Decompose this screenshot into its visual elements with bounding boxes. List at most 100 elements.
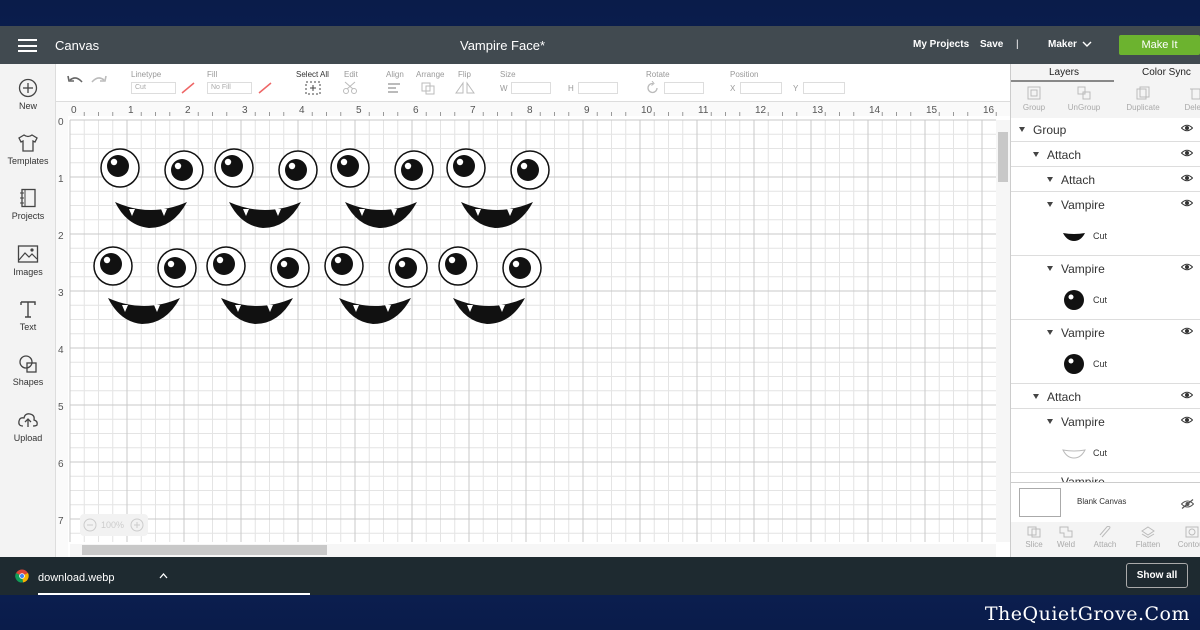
collapse-arrow-icon[interactable] <box>1047 419 1053 424</box>
layer-row-vampire[interactable]: Vampire <box>1011 193 1200 217</box>
eye-icon[interactable] <box>1181 391 1193 399</box>
download-filename[interactable]: download.webp <box>38 572 114 584</box>
sidebar-item-new[interactable]: New <box>0 78 56 111</box>
eye-icon[interactable] <box>1181 199 1193 207</box>
fill-select[interactable]: No Fill <box>207 82 252 94</box>
sidebar-item-text[interactable]: Text <box>0 299 56 332</box>
tab-layers[interactable]: Layers <box>1049 67 1079 78</box>
eye-off-icon[interactable] <box>1181 499 1194 509</box>
zoom-out-icon[interactable] <box>83 518 97 532</box>
zoom-level: 100% <box>101 520 125 530</box>
eye-pupil[interactable] <box>100 253 122 275</box>
ungroup-tool[interactable]: UnGroup <box>1064 86 1104 112</box>
sidebar-item-projects[interactable]: Projects <box>0 188 56 221</box>
sidebar-item-images[interactable]: Images <box>0 244 56 277</box>
scissors-icon[interactable] <box>342 81 364 95</box>
collapse-arrow-icon[interactable] <box>1019 127 1025 132</box>
layer-leaf-cut[interactable]: Cut <box>1011 344 1200 384</box>
chevron-down-icon[interactable] <box>1082 41 1092 48</box>
duplicate-tool[interactable]: Duplicate <box>1119 86 1167 112</box>
sidebar-item-templates[interactable]: Templates <box>0 133 56 166</box>
width-input[interactable] <box>511 82 551 94</box>
weld-tool[interactable]: Weld <box>1046 526 1086 549</box>
save-button[interactable]: Save <box>980 39 1003 50</box>
linetype-select[interactable]: Cut <box>131 82 176 94</box>
make-it-button[interactable]: Make It <box>1119 35 1200 55</box>
vampire-mouth[interactable] <box>221 298 293 324</box>
eye-icon[interactable] <box>1181 174 1193 182</box>
eye-pupil[interactable] <box>171 159 193 181</box>
eye-pupil[interactable] <box>277 257 299 279</box>
collapse-arrow-icon[interactable] <box>1047 266 1053 271</box>
eye-icon[interactable] <box>1181 149 1193 157</box>
blank-canvas-row[interactable]: Blank Canvas <box>1011 482 1200 522</box>
sidebar-item-shapes[interactable]: Shapes <box>0 354 56 387</box>
blank-canvas-swatch[interactable] <box>1019 488 1061 517</box>
eye-pupil[interactable] <box>285 159 307 181</box>
arrange-icon[interactable] <box>420 81 440 95</box>
layer-leaf-cut[interactable]: Cut <box>1011 216 1200 256</box>
height-input[interactable] <box>578 82 618 94</box>
eye-pupil[interactable] <box>213 253 235 275</box>
undo-icon[interactable] <box>66 74 84 88</box>
eye-icon[interactable] <box>1181 327 1193 335</box>
layer-row-vampire[interactable]: Vampire <box>1011 410 1200 434</box>
contour-tool[interactable]: Contour <box>1172 526 1200 549</box>
layer-row-group[interactable]: Group <box>1011 118 1200 142</box>
eye-pupil[interactable] <box>453 155 475 177</box>
collapse-arrow-icon[interactable] <box>1033 152 1039 157</box>
eye-icon[interactable] <box>1181 263 1193 271</box>
eye-pupil[interactable] <box>331 253 353 275</box>
design-canvas[interactable]: 0 1 2 3 4 5 6 7 8 9 10 11 12 13 14 15 16 0 1 2 3 4 5 6 7 100% <box>56 102 1010 557</box>
collapse-arrow-icon[interactable] <box>1047 177 1053 182</box>
menu-icon[interactable] <box>18 39 37 52</box>
tab-color-sync[interactable]: Color Sync <box>1142 67 1191 78</box>
position-y-input[interactable] <box>803 82 845 94</box>
eye-pupil[interactable] <box>509 257 531 279</box>
layer-row-attach[interactable]: Attach <box>1011 168 1200 192</box>
vampire-mouth[interactable] <box>339 298 411 324</box>
layer-leaf-cut[interactable]: Cut <box>1011 280 1200 320</box>
eye-pupil[interactable] <box>445 253 467 275</box>
collapse-arrow-icon[interactable] <box>1047 330 1053 335</box>
show-all-button[interactable]: Show all <box>1126 563 1188 588</box>
vampire-mouth[interactable] <box>453 298 525 324</box>
collapse-arrow-icon[interactable] <box>1047 202 1053 207</box>
eye-icon[interactable] <box>1181 124 1193 132</box>
layer-row-vampire[interactable]: Vampire <box>1011 257 1200 281</box>
machine-select[interactable]: Maker <box>1048 39 1077 50</box>
vertical-scroll-thumb[interactable] <box>998 132 1008 182</box>
vertical-scrollbar[interactable] <box>996 120 1010 542</box>
eye-pupil[interactable] <box>395 257 417 279</box>
group-tool[interactable]: Group <box>1014 86 1054 112</box>
zoom-in-icon[interactable] <box>130 518 144 532</box>
delete-tool[interactable]: Delete <box>1176 86 1200 112</box>
fill-color-swatch[interactable] <box>257 81 273 95</box>
chevron-up-icon[interactable] <box>159 573 168 579</box>
flip-icon[interactable] <box>454 81 476 95</box>
align-icon[interactable] <box>386 82 406 94</box>
eye-pupil[interactable] <box>107 155 129 177</box>
eye-pupil[interactable] <box>401 159 423 181</box>
position-x-input[interactable] <box>740 82 782 94</box>
collapse-arrow-icon[interactable] <box>1033 394 1039 399</box>
horizontal-scroll-thumb[interactable] <box>82 545 327 555</box>
select-all-icon[interactable] <box>305 81 321 95</box>
attach-tool[interactable]: Attach <box>1085 526 1125 549</box>
linetype-color-swatch[interactable] <box>180 81 196 95</box>
eye-icon[interactable] <box>1181 416 1193 424</box>
flatten-tool[interactable]: Flatten <box>1128 526 1168 549</box>
vampire-mouth[interactable] <box>108 298 180 324</box>
sidebar-item-upload[interactable]: Upload <box>0 410 56 443</box>
eye-pupil[interactable] <box>337 155 359 177</box>
redo-icon[interactable] <box>90 74 108 88</box>
rotate-input[interactable] <box>664 82 704 94</box>
eye-pupil[interactable] <box>517 159 539 181</box>
layer-row-attach[interactable]: Attach <box>1011 385 1200 409</box>
eye-pupil[interactable] <box>221 155 243 177</box>
layer-row-attach[interactable]: Attach <box>1011 143 1200 167</box>
layer-row-vampire[interactable]: Vampire <box>1011 321 1200 345</box>
my-projects-link[interactable]: My Projects <box>913 39 969 50</box>
layer-leaf-cut[interactable]: Cut <box>1011 433 1200 473</box>
eye-pupil[interactable] <box>164 257 186 279</box>
